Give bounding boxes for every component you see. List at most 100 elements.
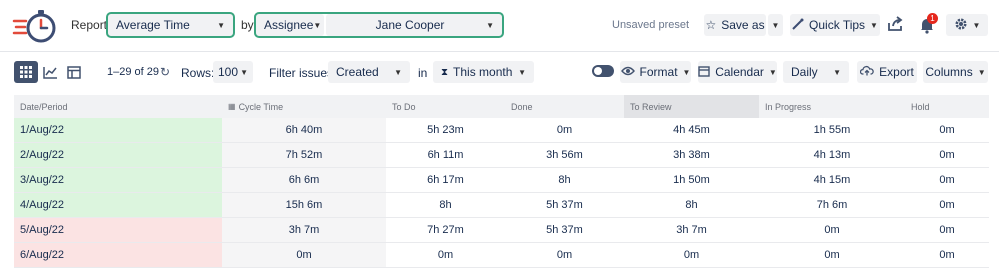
table-row: 2/Aug/22 7h 52m 6h 11m 3h 56m 3h 38m 4h 13m 0m — [14, 143, 989, 168]
table-row: 1/Aug/22 6h 40m 5h 23m 0m 4h 45m 1h 55m 0m — [14, 118, 989, 143]
table-cell: 0m — [222, 243, 386, 267]
save-as-dropdown-button[interactable]: ▼ — [768, 14, 783, 36]
filter-issues-label: Filter issues: — [269, 66, 337, 80]
chevron-down-icon: ▼ — [240, 67, 248, 77]
cycle-grid-icon: ▦ — [228, 102, 236, 111]
table-cell: 8h — [558, 174, 571, 186]
table-cell: 0m — [437, 249, 454, 261]
period-select[interactable]: ⧗ This month ▼ — [433, 61, 534, 83]
table-cell: 0m — [824, 224, 840, 236]
rows-label: Rows: — [181, 66, 215, 80]
table-cell: 3h 56m — [546, 149, 583, 161]
group-by-value: Assignee — [264, 18, 314, 32]
hourglass-icon: ⧗ — [441, 66, 449, 78]
table-body: 1/Aug/22 6h 40m 5h 23m 0m 4h 45m 1h 55m 0m 2/Au… — [14, 118, 989, 268]
column-header-in-progress[interactable]: In Progress — [759, 95, 905, 118]
group-by-controls: Assignee ▼ Jane Cooper ▼ — [254, 12, 504, 38]
toggle-knob — [594, 67, 602, 75]
table-cell: 4h 15m — [813, 174, 851, 186]
table-cell: 0m — [556, 124, 573, 136]
table-cell: 5h 37m — [546, 199, 583, 211]
table-cell: 7h 6m — [816, 199, 848, 211]
column-header-hold[interactable]: Hold — [905, 95, 989, 118]
table-cell: 5h 37m — [546, 224, 583, 236]
column-header-done[interactable]: Done — [505, 95, 624, 118]
table-cell: 1h 55m — [813, 124, 851, 136]
table-row: 6/Aug/22 0m 0m 0m 0m 0m 0m — [14, 243, 989, 268]
columns-button[interactable]: Columns ▼ — [923, 61, 988, 83]
quick-tips-button[interactable]: Quick Tips ▼ — [790, 14, 880, 36]
table-cell: 3h 38m — [673, 149, 710, 161]
format-label: Format — [639, 65, 678, 79]
table-cell: 7h 27m — [427, 224, 464, 236]
table-cell: 7h 52m — [222, 143, 386, 167]
table-cell: 3h 7m — [676, 224, 707, 236]
format-button[interactable]: Format ▼ — [620, 61, 691, 83]
settings-button[interactable]: ▼ — [946, 14, 988, 36]
group-by-select[interactable]: Assignee ▼ — [256, 14, 324, 36]
toolbar: 1–29 of 29 ↻ Rows: 100 ▼ Filter issues: … — [0, 56, 999, 90]
chevron-down-icon: ▼ — [313, 20, 322, 30]
notifications-bell-icon[interactable]: 1 — [918, 13, 938, 34]
column-header-date-period[interactable]: Date/Period — [14, 95, 222, 118]
calendar-button[interactable]: Calendar ▼ — [698, 61, 777, 83]
export-button[interactable]: Export — [857, 61, 917, 83]
share-icon[interactable] — [886, 15, 904, 33]
granularity-select[interactable]: Daily ▼ — [783, 61, 849, 83]
save-as-button[interactable]: ☆ Save as — [704, 14, 766, 36]
table-cell: 8h — [439, 199, 452, 211]
chevron-down-icon: ▼ — [833, 67, 841, 77]
table-cell: 15h 6m — [222, 193, 386, 217]
chart-view-icon[interactable] — [38, 61, 62, 83]
column-header-to-review[interactable]: To Review — [624, 95, 759, 118]
chevron-down-icon: ▼ — [394, 67, 402, 77]
table-view-icon[interactable] — [62, 61, 86, 83]
unsaved-preset-label: Unsaved preset — [612, 19, 690, 31]
in-label: in — [418, 66, 428, 80]
rows-value: 100 — [218, 65, 239, 79]
magic-wand-icon — [792, 18, 804, 33]
table-cell: 0m — [683, 249, 700, 261]
toggle-switch[interactable] — [592, 65, 614, 77]
gear-icon — [954, 17, 968, 34]
chevron-down-icon: ▼ — [682, 67, 691, 77]
table-cell: 0m — [939, 149, 955, 161]
table-cell: 8h — [685, 199, 698, 211]
table-cell: 0m — [556, 249, 573, 261]
assignee-value: Jane Cooper — [375, 18, 445, 32]
quick-tips-label: Quick Tips — [809, 18, 866, 32]
rows-select[interactable]: 100 ▼ — [213, 61, 253, 83]
column-header-cycle-time[interactable]: ▦ Cycle Time — [222, 95, 386, 118]
refresh-icon[interactable]: ↻ — [160, 65, 170, 79]
star-icon: ☆ — [705, 18, 717, 32]
table-cell: 3h 7m — [222, 218, 386, 242]
table-cell: 0m — [824, 249, 840, 261]
table-cell: 6h 11m — [427, 149, 464, 161]
table-cell: 0m — [939, 224, 955, 236]
chevron-down-icon: ▼ — [771, 20, 780, 30]
column-header-to-do[interactable]: To Do — [386, 95, 505, 118]
save-as-label: Save as — [721, 18, 765, 32]
table-cell: 5h 23m — [427, 124, 464, 136]
chevron-down-icon: ▼ — [518, 67, 526, 77]
filter-issues-select[interactable]: Created ▼ — [328, 61, 410, 83]
filter-issues-value: Created — [336, 65, 379, 79]
report-select-value: Average Time — [116, 18, 190, 32]
pagination-range: 1–29 of 29 — [107, 66, 159, 78]
table-cell: 0m — [939, 199, 955, 211]
table-cell: 4h 13m — [813, 149, 851, 161]
cloud-upload-icon — [860, 65, 874, 79]
table-row: 3/Aug/22 6h 6m 6h 17m 8h 1h 50m 4h 15m 0m — [14, 168, 989, 193]
notification-badge: 1 — [927, 13, 938, 24]
date-cell: 5/Aug/22 — [14, 218, 222, 242]
date-cell: 2/Aug/22 — [14, 143, 222, 167]
table-cell: 0m — [939, 249, 955, 261]
grid-view-icon[interactable] — [14, 61, 38, 83]
chevron-down-icon: ▼ — [217, 20, 225, 30]
table-cell: 6h 17m — [427, 174, 464, 186]
table-cell: 0m — [939, 174, 955, 186]
report-select[interactable]: Average Time ▼ — [106, 12, 235, 38]
chevron-down-icon: ▼ — [486, 20, 494, 30]
export-label: Export — [879, 65, 914, 79]
assignee-select[interactable]: Jane Cooper ▼ — [326, 14, 502, 36]
